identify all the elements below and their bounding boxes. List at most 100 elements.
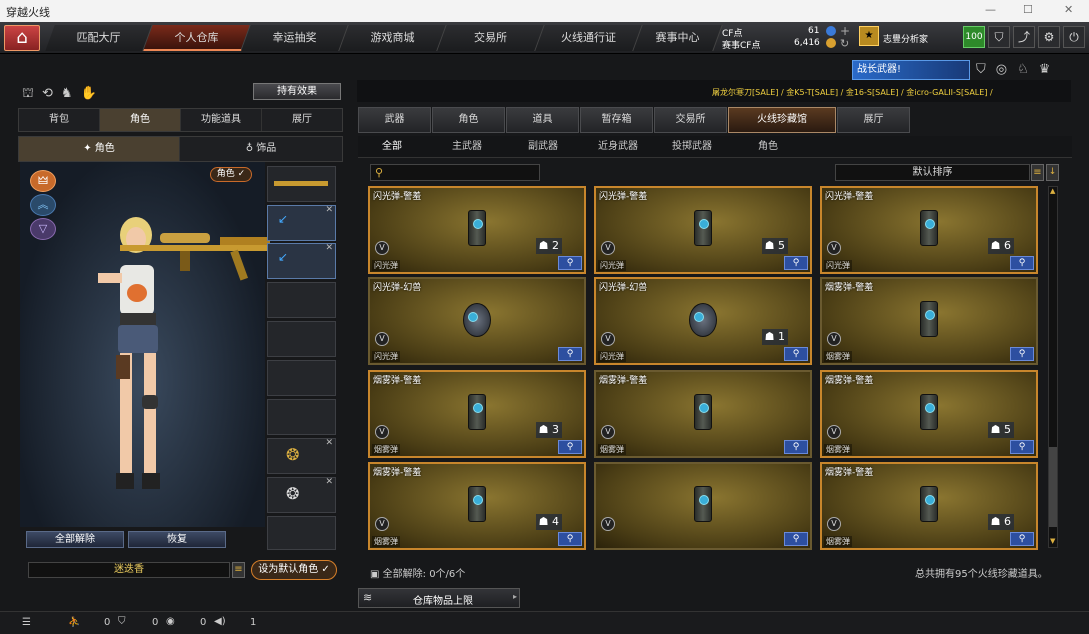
unequip-all-button[interactable]: 全部解除: [26, 531, 124, 548]
item-card[interactable]: V ⚲: [594, 462, 812, 550]
nav-tab-3[interactable]: 游戏商城: [339, 25, 447, 51]
add-icon[interactable]: +: [840, 24, 850, 38]
slot-primary-weapon[interactable]: [267, 166, 336, 202]
sort-order-icon[interactable]: ↓: [1046, 164, 1059, 181]
left-tab-hall[interactable]: 展厅: [262, 109, 342, 131]
item-card[interactable]: 闪光弹-警羞 V 闪光弹 ☗ 2 ⚲: [368, 186, 586, 274]
home-button[interactable]: ⌂: [4, 25, 40, 51]
list-icon[interactable]: ≡: [232, 562, 245, 578]
remove-icon[interactable]: ✕: [325, 243, 333, 253]
sort-select[interactable]: 默认排序: [835, 164, 1030, 181]
slot-empty-5[interactable]: [267, 516, 336, 550]
search-icon[interactable]: ⚲: [1010, 256, 1034, 270]
friends-icon[interactable]: ⛹: [68, 617, 80, 628]
close-icon[interactable]: ✕: [1064, 3, 1073, 16]
rotate-icon[interactable]: ⟲: [42, 86, 61, 101]
effect-button[interactable]: 持有效果: [253, 83, 341, 100]
power-icon[interactable]: ⏻: [1063, 26, 1085, 48]
scroll-up-icon[interactable]: ▲: [1050, 187, 1056, 195]
subtab-role[interactable]: ✦ 角色: [19, 137, 180, 161]
minimize-icon[interactable]: —: [985, 3, 996, 16]
wing-icon[interactable]: ︽: [30, 194, 56, 216]
tab-items[interactable]: 道具: [506, 107, 579, 133]
wolf-icon[interactable]: ♘: [1017, 62, 1039, 77]
subtab-melee[interactable]: 近身武器: [598, 138, 638, 156]
target-icon[interactable]: ◎: [996, 62, 1017, 77]
search-icon[interactable]: ⚲: [558, 256, 582, 270]
remove-icon[interactable]: ✕: [325, 205, 333, 215]
slot-grenade-1[interactable]: ✕ ❂: [267, 438, 336, 474]
subtab-accessory[interactable]: ♁ 饰品: [180, 137, 342, 161]
item-card[interactable]: 烟雾弹-警羞 V 烟雾弹 ⚲: [594, 370, 812, 458]
search-icon[interactable]: ⚲: [1010, 532, 1034, 546]
nav-tab-1[interactable]: 个人仓库: [143, 25, 251, 51]
slot-grenade-2[interactable]: ✕ ❂: [267, 477, 336, 513]
nav-tab-4[interactable]: 交易所: [437, 25, 545, 51]
item-card[interactable]: 闪光弹-幻兽 V 闪光弹 ⚲: [368, 277, 586, 365]
crown-icon[interactable]: ♛: [1039, 62, 1061, 77]
clan-icon[interactable]: ⛉: [118, 616, 126, 627]
search-icon[interactable]: ⚲: [784, 347, 808, 361]
search-icon[interactable]: ⚲: [1010, 347, 1034, 361]
tab-weapons[interactable]: 武器: [358, 107, 431, 133]
scroll-thumb[interactable]: [1049, 447, 1057, 527]
refresh-icon[interactable]: ↻: [840, 37, 849, 50]
search-icon[interactable]: ⚲: [558, 440, 582, 454]
set-default-role-button[interactable]: 设为默认角色 ✓: [251, 560, 337, 580]
hand-icon[interactable]: ✋: [81, 86, 105, 101]
item-card[interactable]: 烟雾弹-警羞 V 烟雾弹 ☗ 6 ⚲: [820, 462, 1038, 550]
exit-icon[interactable]: ⤴: [1013, 26, 1035, 48]
eagle-icon[interactable]: 🜲: [30, 170, 56, 192]
maximize-icon[interactable]: ☐: [1023, 3, 1033, 16]
tab-collection[interactable]: 火线珍藏馆: [728, 107, 836, 133]
subtab-primary[interactable]: 主武器: [452, 138, 482, 156]
badge-icon[interactable]: ⛉: [976, 62, 996, 77]
search-icon[interactable]: ⚲: [1010, 440, 1034, 454]
team-icon[interactable]: ⛫: [22, 86, 42, 101]
slot-melee[interactable]: ✕ ↙: [267, 243, 336, 279]
slot-empty-1[interactable]: [267, 282, 336, 318]
subtab-all[interactable]: 全部: [382, 138, 402, 156]
level-badge[interactable]: 100: [963, 26, 985, 48]
speaker-icon[interactable]: ◀): [214, 616, 226, 627]
search-icon[interactable]: ⚲: [784, 440, 808, 454]
role-badge[interactable]: 角色 ✓: [210, 167, 252, 182]
pose-icon[interactable]: ♞: [61, 86, 81, 101]
subtab-secondary[interactable]: 副武器: [528, 138, 558, 156]
search-icon[interactable]: ⚲: [558, 532, 582, 546]
remove-icon[interactable]: ✕: [325, 438, 333, 448]
slot-secondary[interactable]: ✕ ↙: [267, 205, 336, 241]
left-tab-tools[interactable]: 功能道具: [181, 109, 262, 131]
item-card[interactable]: 闪光弹-警羞 V 闪光弹 ☗ 5 ⚲: [594, 186, 812, 274]
item-card[interactable]: 闪光弹-警羞 V 闪光弹 ☗ 6 ⚲: [820, 186, 1038, 274]
left-tab-bag[interactable]: 背包: [19, 109, 100, 131]
search-icon[interactable]: ⚲: [784, 532, 808, 546]
item-card[interactable]: 烟雾弹-警羞 V 烟雾弹 ☗ 5 ⚲: [820, 370, 1038, 458]
remove-icon[interactable]: ✕: [325, 477, 333, 487]
list-view-icon[interactable]: ≡: [1031, 164, 1044, 181]
nav-tab-2[interactable]: 幸运抽奖: [241, 25, 349, 51]
nav-tab-5[interactable]: 火线通行证: [535, 25, 643, 51]
left-tab-role[interactable]: 角色: [100, 109, 181, 131]
slot-empty-4[interactable]: [267, 399, 336, 435]
slot-empty-2[interactable]: [267, 321, 336, 357]
item-card[interactable]: 烟雾弹-警羞 V 烟雾弹 ☗ 4 ⚲: [368, 462, 586, 550]
crest-icon[interactable]: ▽: [30, 218, 56, 240]
scrollbar[interactable]: ▲ ▼: [1048, 186, 1058, 548]
gear-icon[interactable]: ⚙: [1038, 26, 1060, 48]
capacity-button[interactable]: ≋ 仓库物品上限 ▸: [358, 588, 520, 608]
tab-roles[interactable]: 角色: [432, 107, 505, 133]
subtab-throwable[interactable]: 投掷武器: [672, 138, 712, 156]
menu-icon[interactable]: ☰: [22, 617, 31, 628]
search-input[interactable]: ⚲: [370, 164, 540, 181]
tab-hall[interactable]: 展厅: [837, 107, 910, 133]
nav-tab-0[interactable]: 匹配大厅: [45, 25, 153, 51]
item-card[interactable]: 烟雾弹-警羞 V 烟雾弹 ⚲: [820, 277, 1038, 365]
subtab-role[interactable]: 角色: [758, 138, 778, 156]
restore-button[interactable]: 恢复: [128, 531, 226, 548]
slot-empty-3[interactable]: [267, 360, 336, 396]
item-card[interactable]: 烟雾弹-警羞 V 烟雾弹 ☗ 3 ⚲: [368, 370, 586, 458]
tab-storage[interactable]: 暂存箱: [580, 107, 653, 133]
shield-icon[interactable]: ⛉: [988, 26, 1010, 48]
nav-tab-6[interactable]: 赛事中心: [633, 25, 723, 51]
